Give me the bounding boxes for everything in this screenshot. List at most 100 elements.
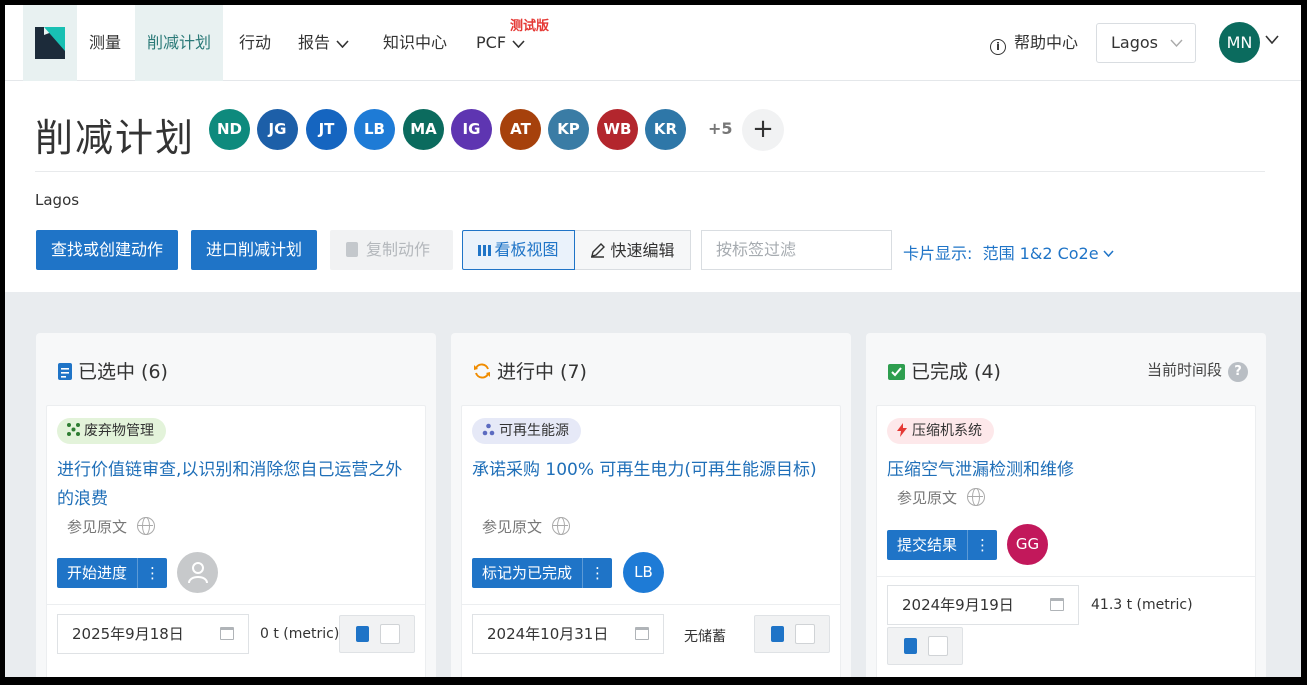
due-date-field[interactable]: 2025年9月18日 bbox=[57, 614, 249, 654]
column-title: 进行中 (7) bbox=[497, 361, 587, 383]
column-header: 已选中 (6) bbox=[58, 357, 168, 384]
location-select[interactable]: Lagos bbox=[1096, 23, 1196, 63]
assignee-avatar[interactable]: LB bbox=[623, 552, 664, 593]
period-label: 当前时间段 bbox=[1146, 361, 1222, 379]
location-subtitle: Lagos bbox=[35, 191, 80, 209]
action-card[interactable]: 可再生能源 承诺采购 100% 可再生电力(可再生能源目标) 参见原文 标记为已… bbox=[461, 405, 841, 677]
checkbox[interactable] bbox=[380, 624, 400, 644]
submit-results-button[interactable]: 提交结果 ⋮ bbox=[887, 530, 998, 560]
column-selected: 已选中 (6) 废弃物管理 进行价值链审查,以识别和消除您自己运营之外的浪费 参… bbox=[36, 333, 436, 677]
calendar-icon bbox=[635, 627, 649, 640]
globe-icon bbox=[552, 517, 571, 535]
chevron-down-icon bbox=[512, 39, 525, 48]
nav-reduction-plan-label: 削减计划 bbox=[147, 33, 212, 52]
more-members-count[interactable]: +5 bbox=[708, 119, 733, 138]
help-center-link[interactable]: i 帮助中心 bbox=[990, 5, 1078, 81]
card-divider bbox=[47, 604, 425, 605]
mark-complete-button[interactable]: 标记为已完成 ⋮ bbox=[472, 558, 613, 588]
sync-icon bbox=[474, 363, 490, 379]
card-toggle[interactable] bbox=[887, 627, 963, 665]
start-progress-button[interactable]: 开始进度 ⋮ bbox=[57, 558, 168, 588]
user-avatar[interactable]: MN bbox=[1219, 22, 1260, 63]
nav-measure[interactable]: 测量 bbox=[77, 5, 133, 81]
member-avatar[interactable]: AT bbox=[500, 109, 541, 150]
card-display-select[interactable]: 卡片显示: 范围 1&2 Co2e bbox=[903, 240, 1114, 264]
tag-filter-input[interactable]: 按标签过滤 bbox=[701, 230, 892, 270]
copy-action-label: 复制动作 bbox=[366, 240, 431, 259]
chevron-down-icon[interactable] bbox=[1265, 35, 1279, 44]
due-date-value: 2024年9月19日 bbox=[902, 596, 1014, 614]
card-toggle[interactable] bbox=[339, 615, 415, 653]
app-window: 测量 削减计划 行动 报告 知识中心 PCF 测试版 i 帮助中心 Lagos M… bbox=[5, 5, 1301, 677]
nav-reports[interactable]: 报告 bbox=[286, 5, 361, 81]
plus-icon[interactable]: + bbox=[742, 109, 784, 151]
see-original-label: 参见原文 bbox=[482, 518, 543, 536]
action-title-link[interactable]: 压缩空气泄漏检测和维修 bbox=[887, 456, 1249, 485]
member-avatar[interactable]: KR bbox=[645, 109, 686, 150]
see-original-link[interactable]: 参见原文 bbox=[67, 516, 156, 537]
beta-badge: 测试版 bbox=[510, 19, 550, 34]
kanban-view-label: 看板视图 bbox=[494, 240, 559, 259]
card-divider bbox=[877, 576, 1255, 577]
member-avatar[interactable]: MA bbox=[403, 109, 444, 150]
category-tag[interactable]: 可再生能源 bbox=[472, 418, 581, 444]
member-avatar[interactable]: ND bbox=[209, 109, 250, 150]
action-card[interactable]: 废弃物管理 进行价值链审查,以识别和消除您自己运营之外的浪费 参见原文 开始进度… bbox=[46, 405, 426, 677]
assignee-avatar[interactable]: GG bbox=[1007, 524, 1048, 565]
checkbox[interactable] bbox=[928, 636, 948, 656]
due-date-field[interactable]: 2024年10月31日 bbox=[472, 614, 664, 654]
recycle-icon bbox=[67, 423, 80, 436]
see-original-link[interactable]: 参见原文 bbox=[897, 487, 986, 508]
find-create-action-button[interactable]: 查找或创建动作 bbox=[36, 230, 179, 270]
category-tag[interactable]: 废弃物管理 bbox=[57, 418, 166, 444]
see-original-link[interactable]: 参见原文 bbox=[482, 516, 571, 537]
category-tag-label: 废弃物管理 bbox=[84, 423, 154, 439]
nav-knowledge-center[interactable]: 知识中心 bbox=[371, 5, 459, 81]
check-square-icon bbox=[888, 364, 905, 380]
nav-actions-label: 行动 bbox=[239, 33, 272, 52]
kanban-view-button[interactable]: 看板视图 bbox=[462, 230, 575, 270]
kanban-icon bbox=[478, 245, 492, 256]
document-icon bbox=[356, 626, 369, 642]
question-icon[interactable]: ? bbox=[1228, 362, 1248, 382]
column-title: 已完成 (4) bbox=[911, 361, 1001, 383]
copy-action-button[interactable]: 复制动作 bbox=[330, 230, 453, 270]
checkbox[interactable] bbox=[795, 624, 815, 644]
quick-edit-button[interactable]: 快速编辑 bbox=[575, 230, 691, 270]
period-filter[interactable]: 当前时间段? bbox=[1147, 359, 1248, 382]
nav-reduction-plan[interactable]: 削减计划 bbox=[135, 5, 224, 81]
nav-actions[interactable]: 行动 bbox=[227, 5, 283, 81]
category-tag[interactable]: 压缩机系统 bbox=[887, 418, 994, 444]
page-title: 削减计划 bbox=[35, 116, 196, 160]
member-avatar[interactable]: WB bbox=[597, 109, 638, 150]
column-header: 进行中 (7) bbox=[473, 357, 587, 384]
card-display-label: 卡片显示: bbox=[903, 244, 973, 263]
action-title-link[interactable]: 承诺采购 100% 可再生电力(可再生能源目标) bbox=[472, 456, 834, 485]
more-options-icon[interactable]: ⋮ bbox=[582, 558, 612, 588]
column-header: 已完成 (4) bbox=[888, 357, 1001, 384]
top-nav: 测量 削减计划 行动 报告 知识中心 PCF 测试版 i 帮助中心 Lagos M… bbox=[5, 5, 1301, 81]
member-avatar[interactable]: IG bbox=[451, 109, 492, 150]
more-options-icon[interactable]: ⋮ bbox=[967, 530, 997, 560]
import-plan-button[interactable]: 进口削减计划 bbox=[191, 230, 318, 270]
savings-metric: 0 t (metric) bbox=[260, 626, 340, 642]
action-title-link[interactable]: 进行价值链审查,以识别和消除您自己运营之外的浪费 bbox=[57, 456, 419, 514]
card-toggle[interactable] bbox=[754, 615, 830, 653]
due-date-field[interactable]: 2024年9月19日 bbox=[887, 585, 1079, 625]
mark-complete-label: 标记为已完成 bbox=[482, 564, 573, 582]
member-avatar[interactable]: LB bbox=[354, 109, 395, 150]
app-logo[interactable] bbox=[23, 5, 77, 81]
energy-dots-icon bbox=[482, 423, 495, 436]
member-avatar[interactable]: JG bbox=[257, 109, 298, 150]
nav-reports-label: 报告 bbox=[298, 33, 331, 52]
calendar-icon bbox=[1050, 598, 1064, 611]
action-card[interactable]: 压缩机系统 压缩空气泄漏检测和维修 参见原文 提交结果 ⋮ GG 2024年9月1… bbox=[876, 405, 1256, 677]
member-avatar[interactable]: KP bbox=[548, 109, 589, 150]
assignee-avatar-empty[interactable] bbox=[177, 552, 218, 593]
nav-pcf-label: PCF bbox=[476, 33, 507, 52]
member-avatar[interactable]: JT bbox=[306, 109, 347, 150]
see-original-label: 参见原文 bbox=[67, 518, 128, 536]
more-options-icon[interactable]: ⋮ bbox=[137, 558, 167, 588]
quick-edit-label: 快速编辑 bbox=[610, 241, 675, 260]
calendar-icon bbox=[220, 627, 234, 640]
